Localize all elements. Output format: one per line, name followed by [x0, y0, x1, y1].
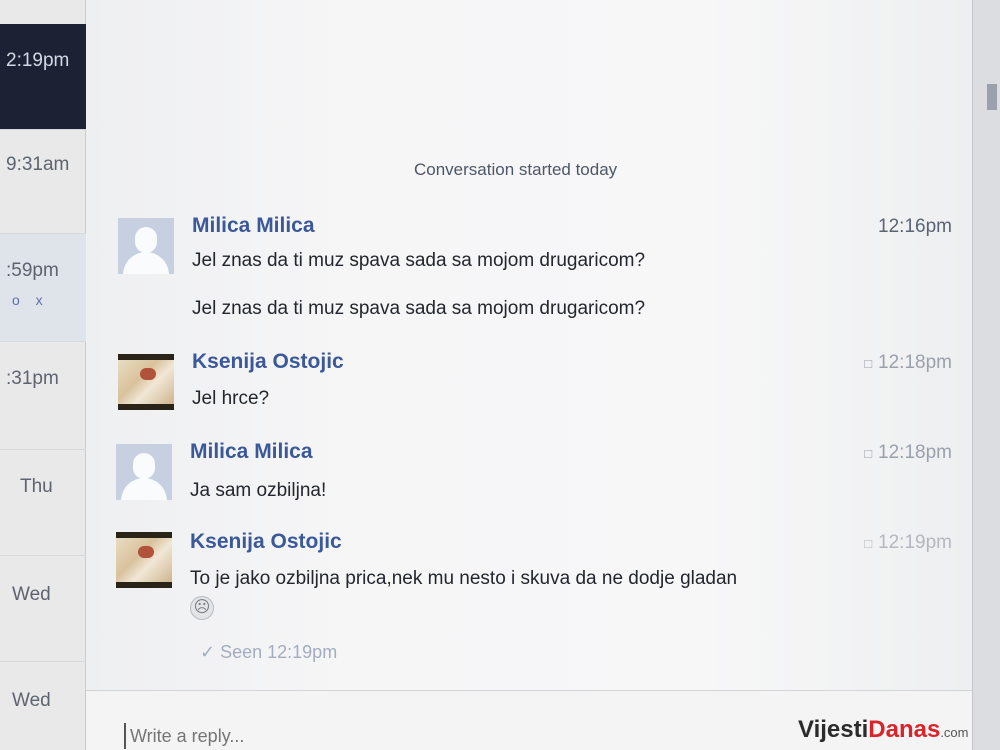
avatar[interactable]: [116, 444, 172, 500]
speech-bubble-icon: □: [864, 356, 873, 371]
seen-indicator: ✓ Seen 12:19pm: [200, 642, 338, 662]
scrollbar-thumb[interactable]: [987, 84, 997, 110]
conversation-list-item[interactable]: Thu: [0, 450, 86, 556]
conversation-list: 2:19pm 9:31am :59pm o x :31pm Thu Wed We…: [0, 0, 86, 750]
conversation-actions[interactable]: o x: [12, 292, 49, 308]
checkmark-icon: ✓: [200, 642, 221, 662]
chat-pane: Conversation started today Milica Milica…: [86, 0, 972, 750]
reply-input[interactable]: [124, 723, 724, 749]
message-text: Ja sam ozbiljna!: [190, 480, 327, 501]
avatar-silhouette-icon: [135, 227, 157, 253]
message-text: Jel znas da ti muz spava sada sa mojom d…: [192, 298, 646, 319]
conversation-time: 9:31am: [6, 154, 70, 175]
frown-emoticon-icon: ☹: [190, 596, 214, 620]
conversation-list-item[interactable]: Wed: [0, 556, 86, 662]
conversation-time: :31pm: [6, 368, 59, 389]
conversation-time: Wed: [12, 690, 51, 711]
conversation-time: Wed: [12, 584, 51, 605]
conversation-list-item[interactable]: Wed: [0, 662, 86, 750]
conversation-list-item[interactable]: :31pm: [0, 342, 86, 450]
conversation-time: :59pm: [6, 260, 59, 281]
message-time: 12:16pm: [878, 216, 952, 237]
sender-name[interactable]: Milica Milica: [192, 214, 315, 238]
avatar[interactable]: [118, 354, 174, 410]
sender-name[interactable]: Ksenija Ostojic: [192, 350, 344, 374]
speech-bubble-icon: □: [864, 536, 873, 551]
avatar-photo-icon: [116, 538, 172, 582]
message-time: □ 12:19pm: [864, 532, 952, 553]
conversation-list-item[interactable]: 9:31am: [0, 130, 86, 234]
avatar-photo-icon: [118, 360, 174, 404]
message-time: □ 12:18pm: [864, 352, 952, 373]
watermark-logo: VijestiDanas.com: [798, 716, 969, 743]
conversation-time: Thu: [20, 476, 53, 497]
sender-name[interactable]: Ksenija Ostojic: [190, 530, 342, 554]
message-text: Jel hrce?: [192, 388, 270, 409]
message-time: □ 12:18pm: [864, 442, 952, 463]
speech-bubble-icon: □: [864, 446, 873, 461]
avatar[interactable]: [118, 218, 174, 274]
conversation-list-item-selected[interactable]: :59pm: [0, 234, 86, 342]
avatar[interactable]: [116, 532, 172, 588]
message-text: Jel znas da ti muz spava sada sa mojom d…: [192, 250, 646, 271]
conversation-list-item[interactable]: 2:19pm: [0, 24, 86, 130]
scrollbar[interactable]: [972, 0, 1000, 750]
message-text: To je jako ozbiljna prica,nek mu nesto i…: [190, 568, 738, 589]
avatar-silhouette-icon: [133, 453, 155, 479]
sender-name[interactable]: Milica Milica: [190, 440, 313, 464]
conversation-time: 2:19pm: [6, 50, 70, 71]
conversation-started-label: Conversation started today: [414, 160, 618, 179]
